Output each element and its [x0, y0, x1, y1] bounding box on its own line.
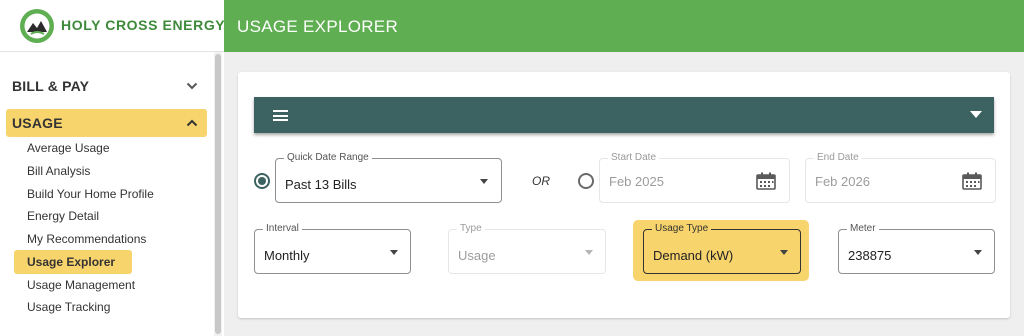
caret-down-icon [390, 250, 398, 255]
field-value: Monthly [264, 248, 310, 263]
or-separator: OR [532, 174, 550, 188]
custom-date-range-radio[interactable] [578, 173, 594, 189]
field-label: End Date [814, 152, 862, 163]
type-select[interactable]: Type Usage [448, 223, 606, 274]
brand-name: HOLY CROSS ENERGY [61, 17, 226, 33]
caret-down-icon [585, 250, 593, 255]
field-value: Demand (kW) [653, 248, 734, 263]
interval-select[interactable]: Interval Monthly [254, 223, 411, 274]
filters-panel-header[interactable] [254, 97, 994, 133]
sidebar-item-usage-explorer[interactable]: Usage Explorer [14, 250, 132, 274]
quick-date-range-radio[interactable] [254, 173, 270, 189]
field-label: Interval [263, 223, 302, 234]
start-date-field[interactable]: Start Date Feb 2025 [599, 152, 790, 203]
chevron-up-icon [186, 119, 198, 127]
end-date-field[interactable]: End Date Feb 2026 [805, 152, 996, 203]
caret-down-icon[interactable] [970, 111, 982, 118]
calendar-icon[interactable] [962, 172, 982, 190]
field-value: 238875 [848, 248, 892, 263]
nav-section-label: USAGE [12, 115, 63, 131]
field-label: Quick Date Range [284, 152, 372, 163]
sidebar-item-build-home-profile[interactable]: Build Your Home Profile [27, 187, 154, 201]
field-label: Meter [847, 223, 879, 234]
caret-down-icon [780, 250, 788, 255]
field-label: Type [457, 223, 485, 234]
page-header: USAGE EXPLORER [224, 0, 1024, 52]
field-value: Usage [458, 248, 496, 263]
menu-icon[interactable] [273, 110, 288, 121]
nav-section-usage[interactable]: USAGE [6, 109, 207, 137]
brand-logo[interactable]: HOLY CROSS ENERGY [0, 0, 226, 52]
field-value: Feb 2026 [815, 174, 870, 189]
holy-cross-logo-icon [20, 9, 54, 43]
sidebar: HOLY CROSS ENERGY BILL & PAY USAGE Avera… [0, 0, 226, 336]
calendar-icon[interactable] [756, 172, 776, 190]
sidebar-item-usage-management[interactable]: Usage Management [27, 278, 135, 292]
sidebar-item-average-usage[interactable]: Average Usage [27, 141, 110, 155]
field-value: Past 13 Bills [285, 177, 357, 192]
usage-type-select[interactable]: Usage Type Demand (kW) [643, 223, 801, 274]
sidebar-scrollbar-thumb[interactable] [215, 54, 221, 334]
field-label: Start Date [608, 152, 660, 163]
sidebar-item-energy-detail[interactable]: Energy Detail [27, 209, 99, 223]
field-value: Feb 2025 [609, 174, 664, 189]
field-label: Usage Type [652, 223, 712, 234]
chevron-down-icon [186, 82, 198, 90]
caret-down-icon [480, 179, 488, 184]
sidebar-item-my-recommendations[interactable]: My Recommendations [27, 232, 146, 246]
caret-down-icon [974, 250, 982, 255]
sidebar-item-usage-tracking[interactable]: Usage Tracking [27, 300, 110, 314]
nav-section-bill-pay[interactable]: BILL & PAY [6, 72, 207, 100]
nav-section-label: BILL & PAY [12, 78, 90, 94]
sidebar-item-bill-analysis[interactable]: Bill Analysis [27, 164, 90, 178]
page-title: USAGE EXPLORER [237, 17, 399, 36]
meter-select[interactable]: Meter 238875 [838, 223, 995, 274]
quick-date-range-select[interactable]: Quick Date Range Past 13 Bills [275, 152, 502, 203]
